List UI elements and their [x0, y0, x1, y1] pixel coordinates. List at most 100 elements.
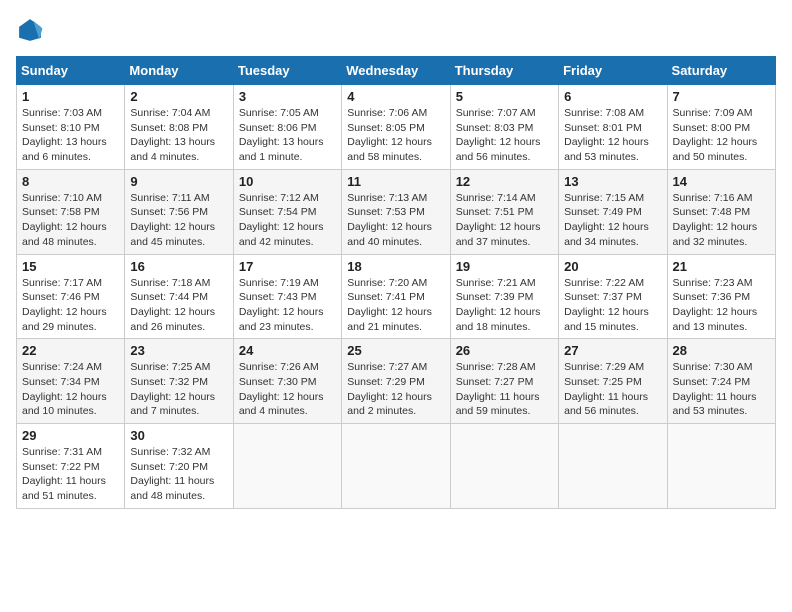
calendar-day-12: 12 Sunrise: 7:14 AMSunset: 7:51 PMDayligh… [450, 169, 558, 254]
day-number: 10 [239, 174, 336, 189]
calendar-day-16: 16 Sunrise: 7:18 AMSunset: 7:44 PMDayligh… [125, 254, 233, 339]
calendar-day-11: 11 Sunrise: 7:13 AMSunset: 7:53 PMDayligh… [342, 169, 450, 254]
day-info: Sunrise: 7:27 AMSunset: 7:29 PMDaylight:… [347, 360, 444, 419]
calendar-week-5: 29Sunrise: 7:31 AMSunset: 7:22 PMDayligh… [17, 424, 776, 509]
calendar-day-13: 13 Sunrise: 7:15 AMSunset: 7:49 PMDayligh… [559, 169, 667, 254]
header-wednesday: Wednesday [342, 57, 450, 85]
calendar-day-9: 9 Sunrise: 7:11 AMSunset: 7:56 PMDaylight… [125, 169, 233, 254]
calendar-day-28: 28 Sunrise: 7:30 AMSunset: 7:24 PMDayligh… [667, 339, 775, 424]
day-info: Sunrise: 7:06 AMSunset: 8:05 PMDaylight:… [347, 106, 444, 165]
empty-day [450, 424, 558, 509]
day-info: Sunrise: 7:04 AMSunset: 8:08 PMDaylight:… [130, 106, 227, 165]
day-number: 3 [239, 89, 336, 104]
day-info: Sunrise: 7:03 AMSunset: 8:10 PMDaylight:… [22, 106, 119, 165]
day-number: 21 [673, 259, 770, 274]
day-info: Sunrise: 7:32 AMSunset: 7:20 PMDaylight:… [130, 445, 227, 504]
day-info: Sunrise: 7:14 AMSunset: 7:51 PMDaylight:… [456, 191, 553, 250]
day-info: Sunrise: 7:29 AMSunset: 7:25 PMDaylight:… [564, 360, 661, 419]
calendar-day-7: 7 Sunrise: 7:09 AMSunset: 8:00 PMDaylight… [667, 85, 775, 170]
day-number: 6 [564, 89, 661, 104]
calendar-day-19: 19 Sunrise: 7:21 AMSunset: 7:39 PMDayligh… [450, 254, 558, 339]
header-thursday: Thursday [450, 57, 558, 85]
calendar-day-17: 17 Sunrise: 7:19 AMSunset: 7:43 PMDayligh… [233, 254, 341, 339]
calendar-day-3: 3Sunrise: 7:05 AMSunset: 8:06 PMDaylight… [233, 85, 341, 170]
day-info: Sunrise: 7:20 AMSunset: 7:41 PMDaylight:… [347, 276, 444, 335]
calendar-day-21: 21 Sunrise: 7:23 AMSunset: 7:36 PMDayligh… [667, 254, 775, 339]
calendar-day-22: 22 Sunrise: 7:24 AMSunset: 7:34 PMDayligh… [17, 339, 125, 424]
day-number: 1 [22, 89, 119, 104]
header-friday: Friday [559, 57, 667, 85]
calendar-day-2: 2 Sunrise: 7:04 AMSunset: 8:08 PMDaylight… [125, 85, 233, 170]
header-sunday: Sunday [17, 57, 125, 85]
day-number: 11 [347, 174, 444, 189]
calendar-day-14: 14Sunrise: 7:16 AMSunset: 7:48 PMDayligh… [667, 169, 775, 254]
day-number: 27 [564, 343, 661, 358]
calendar-day-8: 8 Sunrise: 7:10 AMSunset: 7:58 PMDaylight… [17, 169, 125, 254]
day-info: Sunrise: 7:15 AMSunset: 7:49 PMDaylight:… [564, 191, 661, 250]
day-info: Sunrise: 7:30 AMSunset: 7:24 PMDaylight:… [673, 360, 770, 419]
calendar-day-23: 23 Sunrise: 7:25 AMSunset: 7:32 PMDayligh… [125, 339, 233, 424]
logo [16, 16, 48, 44]
calendar-week-3: 15 Sunrise: 7:17 AMSunset: 7:46 PMDayligh… [17, 254, 776, 339]
day-info: Sunrise: 7:21 AMSunset: 7:39 PMDaylight:… [456, 276, 553, 335]
header-tuesday: Tuesday [233, 57, 341, 85]
logo-icon [16, 16, 44, 44]
day-number: 19 [456, 259, 553, 274]
day-info: Sunrise: 7:09 AMSunset: 8:00 PMDaylight:… [673, 106, 770, 165]
day-info: Sunrise: 7:31 AMSunset: 7:22 PMDaylight:… [22, 445, 119, 504]
day-number: 17 [239, 259, 336, 274]
day-number: 4 [347, 89, 444, 104]
calendar-day-18: 18 Sunrise: 7:20 AMSunset: 7:41 PMDayligh… [342, 254, 450, 339]
calendar-week-2: 8 Sunrise: 7:10 AMSunset: 7:58 PMDaylight… [17, 169, 776, 254]
day-number: 25 [347, 343, 444, 358]
calendar-day-27: 27 Sunrise: 7:29 AMSunset: 7:25 PMDayligh… [559, 339, 667, 424]
calendar-table: SundayMondayTuesdayWednesdayThursdayFrid… [16, 56, 776, 509]
day-info: Sunrise: 7:19 AMSunset: 7:43 PMDaylight:… [239, 276, 336, 335]
day-number: 24 [239, 343, 336, 358]
day-info: Sunrise: 7:25 AMSunset: 7:32 PMDaylight:… [130, 360, 227, 419]
day-info: Sunrise: 7:17 AMSunset: 7:46 PMDaylight:… [22, 276, 119, 335]
day-number: 26 [456, 343, 553, 358]
day-info: Sunrise: 7:13 AMSunset: 7:53 PMDaylight:… [347, 191, 444, 250]
day-number: 23 [130, 343, 227, 358]
day-info: Sunrise: 7:12 AMSunset: 7:54 PMDaylight:… [239, 191, 336, 250]
calendar-day-30: 30 Sunrise: 7:32 AMSunset: 7:20 PMDayligh… [125, 424, 233, 509]
day-info: Sunrise: 7:24 AMSunset: 7:34 PMDaylight:… [22, 360, 119, 419]
day-info: Sunrise: 7:10 AMSunset: 7:58 PMDaylight:… [22, 191, 119, 250]
calendar-day-5: 5 Sunrise: 7:07 AMSunset: 8:03 PMDaylight… [450, 85, 558, 170]
header [16, 16, 776, 44]
day-number: 7 [673, 89, 770, 104]
calendar-day-10: 10 Sunrise: 7:12 AMSunset: 7:54 PMDayligh… [233, 169, 341, 254]
day-info: Sunrise: 7:18 AMSunset: 7:44 PMDaylight:… [130, 276, 227, 335]
day-number: 5 [456, 89, 553, 104]
day-number: 30 [130, 428, 227, 443]
day-number: 16 [130, 259, 227, 274]
calendar-day-26: 26 Sunrise: 7:28 AMSunset: 7:27 PMDayligh… [450, 339, 558, 424]
day-info: Sunrise: 7:23 AMSunset: 7:36 PMDaylight:… [673, 276, 770, 335]
empty-day [667, 424, 775, 509]
day-number: 18 [347, 259, 444, 274]
day-info: Sunrise: 7:08 AMSunset: 8:01 PMDaylight:… [564, 106, 661, 165]
day-number: 20 [564, 259, 661, 274]
day-number: 9 [130, 174, 227, 189]
day-info: Sunrise: 7:28 AMSunset: 7:27 PMDaylight:… [456, 360, 553, 419]
day-info: Sunrise: 7:11 AMSunset: 7:56 PMDaylight:… [130, 191, 227, 250]
calendar-day-24: 24 Sunrise: 7:26 AMSunset: 7:30 PMDayligh… [233, 339, 341, 424]
day-number: 14 [673, 174, 770, 189]
day-number: 13 [564, 174, 661, 189]
calendar-header-row: SundayMondayTuesdayWednesdayThursdayFrid… [17, 57, 776, 85]
empty-day [233, 424, 341, 509]
day-number: 22 [22, 343, 119, 358]
calendar-day-1: 1 Sunrise: 7:03 AMSunset: 8:10 PMDaylight… [17, 85, 125, 170]
empty-day [342, 424, 450, 509]
day-info: Sunrise: 7:26 AMSunset: 7:30 PMDaylight:… [239, 360, 336, 419]
calendar-day-25: 25 Sunrise: 7:27 AMSunset: 7:29 PMDayligh… [342, 339, 450, 424]
calendar-day-6: 6 Sunrise: 7:08 AMSunset: 8:01 PMDaylight… [559, 85, 667, 170]
day-number: 12 [456, 174, 553, 189]
header-monday: Monday [125, 57, 233, 85]
day-number: 15 [22, 259, 119, 274]
day-number: 2 [130, 89, 227, 104]
day-number: 28 [673, 343, 770, 358]
day-number: 8 [22, 174, 119, 189]
day-info: Sunrise: 7:07 AMSunset: 8:03 PMDaylight:… [456, 106, 553, 165]
